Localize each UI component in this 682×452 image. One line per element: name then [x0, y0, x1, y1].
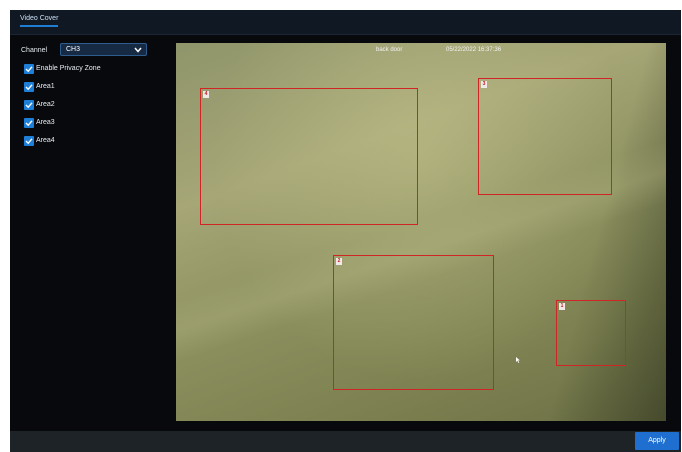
privacy-zone-3[interactable]: 3 — [478, 78, 612, 195]
zone-number: 2 — [336, 258, 342, 265]
mouse-cursor-icon — [516, 357, 520, 363]
tab-bar: Video Cover — [10, 10, 681, 35]
area2-label: Area2 — [36, 101, 55, 108]
apply-button-label: Apply — [648, 437, 666, 444]
checkbox-checked-icon — [24, 64, 34, 74]
video-preview[interactable]: back door 05/22/2022 16:37:36 4 3 2 1 — [176, 43, 666, 421]
checkbox-checked-icon — [24, 82, 34, 92]
channel-select[interactable]: CH3 — [60, 43, 147, 56]
timestamp-osd: 05/22/2022 16:37:36 — [446, 47, 502, 53]
privacy-zone-4[interactable]: 4 — [200, 88, 418, 225]
area3-label: Area3 — [36, 119, 55, 126]
footer-bar: Apply — [10, 431, 681, 452]
zone-number: 1 — [559, 303, 565, 310]
area1-label: Area1 — [36, 83, 55, 90]
channel-select-value: CH3 — [66, 46, 81, 53]
enable-privacy-zone-label: Enable Privacy Zone — [36, 65, 101, 72]
chevron-down-icon — [134, 47, 142, 53]
zone-number: 4 — [203, 91, 209, 98]
channel-label: Channel — [21, 47, 48, 54]
apply-button[interactable]: Apply — [635, 432, 679, 450]
camera-name-osd: back door — [376, 47, 403, 53]
checkbox-checked-icon — [24, 118, 34, 128]
checkbox-checked-icon — [24, 136, 34, 146]
area4-label: Area4 — [36, 137, 55, 144]
privacy-zone-2[interactable]: 2 — [333, 255, 494, 390]
privacy-zone-1[interactable]: 1 — [556, 300, 626, 366]
video-cover-window: Video Cover Channel CH3 Enable Privacy Z… — [10, 10, 681, 452]
tab-video-cover[interactable]: Video Cover — [20, 15, 59, 27]
zone-number: 3 — [481, 81, 487, 88]
checkbox-checked-icon — [24, 100, 34, 110]
